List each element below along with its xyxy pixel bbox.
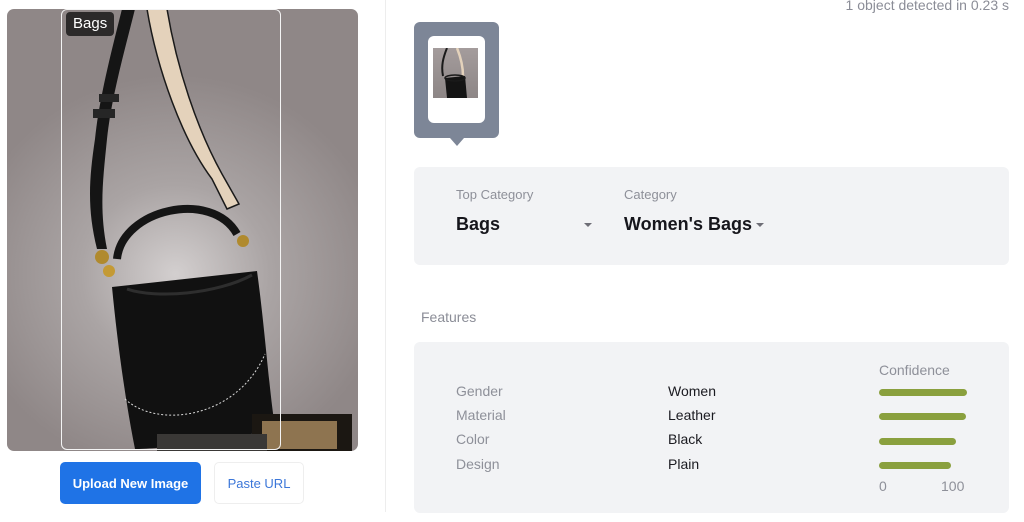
category-dropdown[interactable]: Women's Bags xyxy=(624,214,764,235)
top-category-group: Top Category Bags xyxy=(456,187,592,235)
paste-url-button[interactable]: Paste URL xyxy=(214,462,304,504)
detection-bounding-box[interactable] xyxy=(61,9,281,450)
feature-value: Plain xyxy=(668,456,700,472)
feature-name: Gender xyxy=(456,383,503,399)
confidence-bar xyxy=(879,438,957,445)
chevron-down-icon xyxy=(755,222,764,227)
confidence-bar xyxy=(879,389,967,396)
confidence-track xyxy=(879,413,967,420)
feature-name: Design xyxy=(456,456,500,472)
confidence-axis-max: 100 xyxy=(941,478,965,494)
top-category-value: Bags xyxy=(456,214,501,234)
confidence-bar xyxy=(879,413,967,420)
confidence-track xyxy=(879,438,967,445)
confidence-track xyxy=(879,462,967,469)
top-category-dropdown[interactable]: Bags xyxy=(456,214,592,235)
confidence-label: Confidence xyxy=(879,362,950,378)
detection-status: 1 object detected in 0.23 s xyxy=(845,0,1009,13)
category-value: Women's Bags xyxy=(624,214,752,234)
chevron-down-icon xyxy=(584,222,592,227)
confidence-track xyxy=(879,389,967,396)
image-pane: Bags Upload New Image Paste URL xyxy=(0,0,385,522)
category-panel: Top Category Bags Category Women's Bags xyxy=(414,167,1009,265)
feature-value: Women xyxy=(668,383,716,399)
features-panel: Confidence Gender Women Material Leather… xyxy=(414,342,1009,513)
detected-object-thumbnail[interactable] xyxy=(414,22,499,146)
feature-value: Leather xyxy=(668,407,716,423)
feature-value: Black xyxy=(668,431,703,447)
confidence-bar xyxy=(879,462,952,469)
features-title: Features xyxy=(421,309,477,325)
feature-name: Material xyxy=(456,407,506,423)
detection-label: Bags xyxy=(66,12,115,36)
thumbnail-image xyxy=(433,48,478,98)
upload-new-image-button[interactable]: Upload New Image xyxy=(60,462,201,504)
category-group: Category Women's Bags xyxy=(624,187,764,235)
top-category-label: Top Category xyxy=(456,187,534,202)
thumbnail-frame xyxy=(428,36,485,123)
feature-name: Color xyxy=(456,431,490,447)
category-label: Category xyxy=(624,187,677,202)
pane-divider xyxy=(385,0,386,512)
confidence-axis-min: 0 xyxy=(879,478,887,494)
